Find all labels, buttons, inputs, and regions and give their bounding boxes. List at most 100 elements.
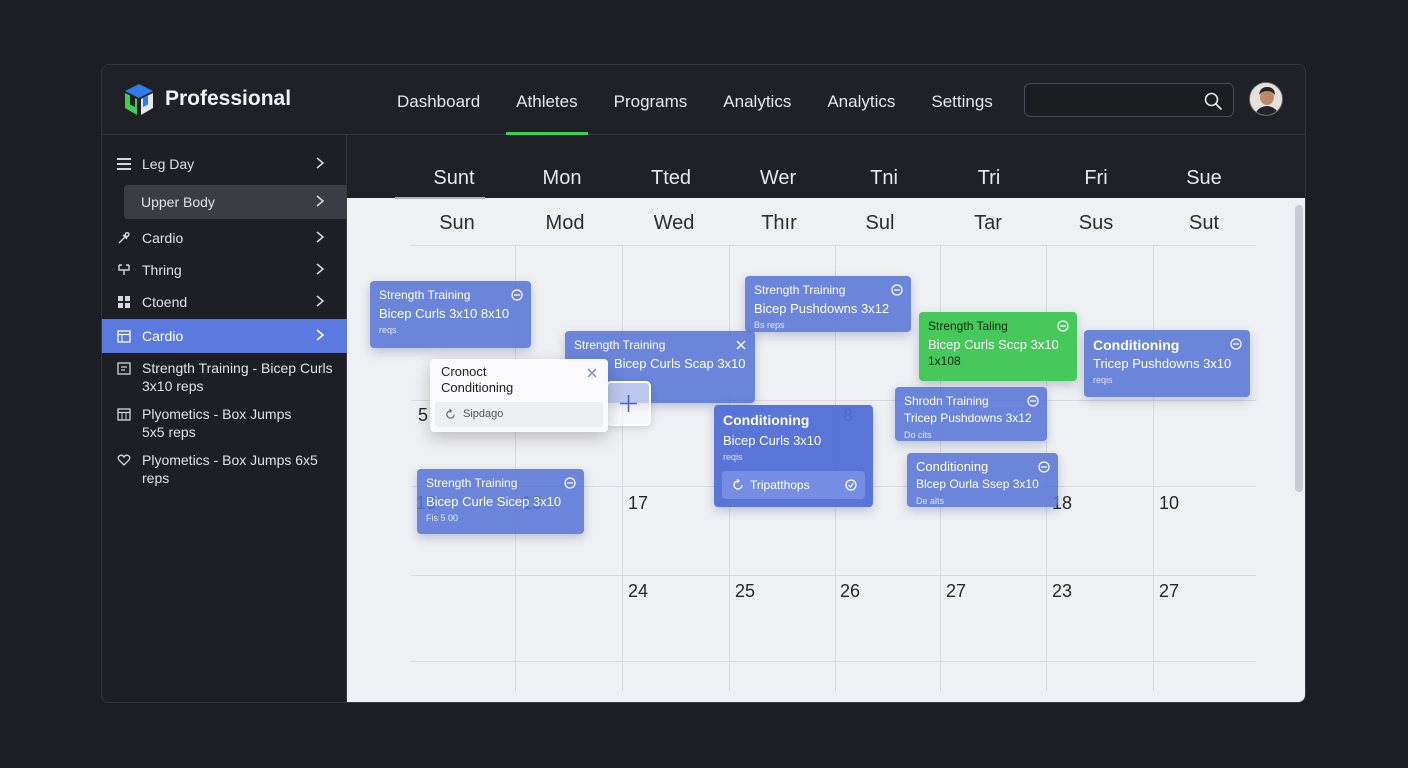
event-action-label: Tripatthops xyxy=(750,478,810,492)
drop-target-tile[interactable] xyxy=(606,381,651,426)
grid-line xyxy=(411,575,1256,576)
event-title: Strength Training xyxy=(379,288,471,302)
event-card-expanded[interactable]: Conditioning Bicep Curls 3x10 reqis Trip… xyxy=(714,405,873,507)
event-detail: Blcep Ourla Ssep 3x10 xyxy=(916,477,1039,491)
event-card[interactable]: Strength Training Bicep Curls 3x10 8x10 … xyxy=(370,281,531,348)
event-card[interactable]: Strength Training Bicep Curle Sicep 3x10… xyxy=(417,469,584,534)
nav-programs[interactable]: Programs xyxy=(596,65,706,135)
brand-name: Professional xyxy=(165,87,292,110)
grid-line xyxy=(411,661,1256,662)
event-action-button[interactable]: Tripatthops xyxy=(722,471,865,499)
popup-field[interactable]: Sipdago xyxy=(435,402,603,427)
chevron-right-icon xyxy=(316,157,325,169)
day-header: Sue xyxy=(1186,167,1222,189)
grid-line xyxy=(1153,245,1154,691)
day-number: 10 xyxy=(1159,493,1180,513)
sidebar-item-leg-day[interactable]: Leg Day xyxy=(102,147,347,181)
chevron-right-icon xyxy=(316,295,325,307)
day-label: Sus xyxy=(1078,212,1114,234)
workout-title: Plyometics - Box Jumps 6x5 reps xyxy=(142,452,318,486)
grid-line xyxy=(411,245,1256,246)
main-nav: Dashboard Athletes Programs Analytics An… xyxy=(379,65,1011,135)
event-card[interactable]: Conditioning Blcep Ourla Ssep 3x10 De al… xyxy=(907,453,1058,507)
event-title: Shrodn Training xyxy=(904,394,989,408)
workout-title: Strength Training - Bicep Curls xyxy=(142,360,333,376)
day-label: Thır xyxy=(761,212,797,234)
avatar-image xyxy=(1250,83,1282,115)
event-note: reqis xyxy=(723,452,743,462)
popup-title: Conditioning xyxy=(441,380,514,395)
nav-dashboard[interactable]: Dashboard xyxy=(379,65,498,135)
day-number: 25 xyxy=(735,581,756,601)
chevron-right-icon xyxy=(316,329,325,341)
minus-circle-icon[interactable] xyxy=(891,284,903,296)
nav-analytics[interactable]: Analytics xyxy=(705,65,809,135)
event-card[interactable]: Strength Training Bicep Pushdowns 3x12 B… xyxy=(745,276,911,332)
minus-circle-icon[interactable] xyxy=(511,289,523,301)
calendar-icon xyxy=(116,406,132,422)
sidebar-item-ctoend[interactable]: Ctoend xyxy=(102,285,347,319)
sidebar-item-label: Upper Body xyxy=(141,194,215,210)
event-note: reqis xyxy=(1093,375,1113,385)
top-header: Professional Dashboard Athletes Programs… xyxy=(102,65,1305,135)
nav-athletes[interactable]: Athletes xyxy=(498,65,595,135)
event-card-highlighted[interactable]: Strength Taling Bicep Curls Sccp 3x10 1x… xyxy=(919,312,1077,381)
nav-analytics-2[interactable]: Analytics xyxy=(809,65,913,135)
search-input[interactable] xyxy=(1025,84,1195,116)
check-circle-icon xyxy=(845,479,857,491)
day-number: 23 xyxy=(1052,581,1073,601)
event-title: Strength Training xyxy=(426,476,518,490)
minus-circle-icon[interactable] xyxy=(564,477,576,489)
popup-field-label: Sipdago xyxy=(463,408,504,420)
sidebar-item-label: Cardio xyxy=(142,328,184,344)
refresh-icon xyxy=(733,479,743,490)
sidebar-workout-item[interactable]: Strength Training - Bicep Curls 3x10 rep… xyxy=(102,359,347,395)
event-title: Strength Taling xyxy=(928,319,1008,333)
day-header: Tni xyxy=(870,167,898,189)
clipboard-icon xyxy=(116,360,132,376)
event-title: Conditioning xyxy=(723,412,810,428)
list-icon xyxy=(116,156,132,172)
popup-heading: Cronoct xyxy=(441,364,487,379)
sidebar-item-thring[interactable]: Thring xyxy=(102,253,347,287)
day-label: Mod xyxy=(545,212,585,234)
day-header: Wer xyxy=(759,167,797,189)
minus-circle-icon[interactable] xyxy=(1230,338,1242,350)
sidebar-item-cardio[interactable]: Cardio xyxy=(102,221,347,255)
search-box xyxy=(1024,83,1234,117)
event-card[interactable]: Shrodn Training Tricep Pushdowns 3x12 Do… xyxy=(895,387,1047,441)
event-note: Bs reps xyxy=(754,320,785,330)
event-detail: Bicep Curls 3x10 8x10 xyxy=(379,306,510,321)
sidebar: Leg Day Upper Body Cardio Thring Ctoend … xyxy=(102,135,347,702)
day-label: Sun xyxy=(439,212,475,234)
heart-icon xyxy=(116,452,132,468)
calendar-scrollbar[interactable] xyxy=(1295,205,1303,492)
event-note: reqs xyxy=(379,325,397,335)
minus-circle-icon[interactable] xyxy=(1027,395,1039,407)
chevron-right-icon xyxy=(316,231,325,243)
calendar-icon xyxy=(116,328,132,344)
sidebar-workout-item[interactable]: Plyometics - Box Jumps 5x5 reps xyxy=(102,405,347,441)
sidebar-workout-item[interactable]: Plyometics - Box Jumps 6x5 reps xyxy=(102,451,347,487)
workout-reps: 5x5 reps xyxy=(142,424,196,440)
chevron-right-icon xyxy=(316,263,325,275)
day-number: 27 xyxy=(1159,581,1180,601)
minus-circle-icon[interactable] xyxy=(1057,320,1069,332)
day-header: Fri xyxy=(1084,167,1108,189)
close-icon[interactable] xyxy=(586,367,598,379)
day-header-dark: Sunt Mon Tted Wer Tni Tri Fri Sue xyxy=(347,135,1305,199)
close-icon[interactable] xyxy=(735,339,747,351)
day-header: Tted xyxy=(650,167,692,189)
day-number: 27 xyxy=(946,581,967,601)
event-card[interactable]: Conditioning Tricep Pushdowns 3x10 reqis xyxy=(1084,330,1250,397)
nav-settings[interactable]: Settings xyxy=(913,65,1010,135)
user-avatar[interactable] xyxy=(1249,82,1283,116)
event-detail: Tricep Pushdowns 3x10 xyxy=(1093,356,1232,371)
minus-circle-icon[interactable] xyxy=(1038,461,1050,473)
sidebar-item-upper-body[interactable]: Upper Body xyxy=(124,185,347,219)
event-detail: Bicep Curls Sccp 3x10 xyxy=(928,337,1059,352)
sidebar-item-cardio-selected[interactable]: Cardio xyxy=(102,319,347,353)
event-note: Fis 5 00 xyxy=(426,513,459,523)
search-icon[interactable] xyxy=(1203,91,1223,111)
day-number: 5 xyxy=(418,405,429,425)
